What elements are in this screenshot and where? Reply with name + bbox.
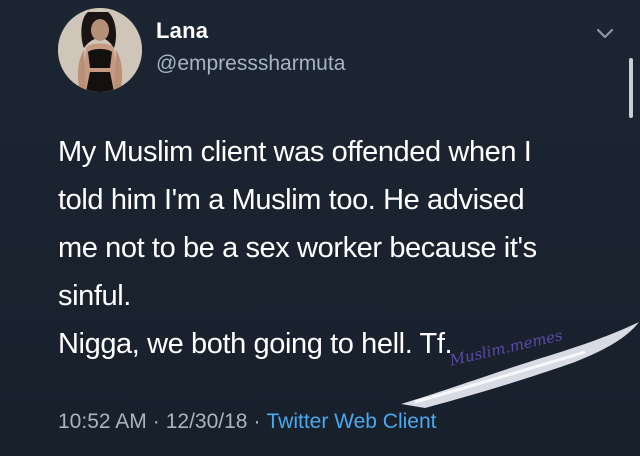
tweet-text-line: sinful. [58,280,131,312]
meta-separator: · [152,410,160,433]
tweet-text-line: told him I'm a Muslim too. He advised [58,184,525,216]
user-handle[interactable]: @empresssharmuta [156,52,345,76]
tweet-date[interactable]: 12/30/18 [166,410,248,433]
tweet-meta: 10:52 AM · 12/30/18 · Twitter Web Client [58,410,436,434]
meta-separator: · [253,410,261,433]
chevron-down-icon[interactable] [593,22,617,46]
tweet-time[interactable]: 10:52 AM [58,410,147,433]
avatar-photo [58,8,142,92]
tweet-source-link[interactable]: Twitter Web Client [266,410,436,433]
tweet-card: Lana @empresssharmuta My Muslim client w… [0,0,640,456]
tweet-text-line: me not to be a sex worker because it's [58,232,537,264]
tweet-text-line: My Muslim client was offended when I [58,136,532,168]
display-name[interactable]: Lana [156,18,208,44]
avatar[interactable] [58,8,142,92]
scrollbar[interactable] [629,58,633,118]
